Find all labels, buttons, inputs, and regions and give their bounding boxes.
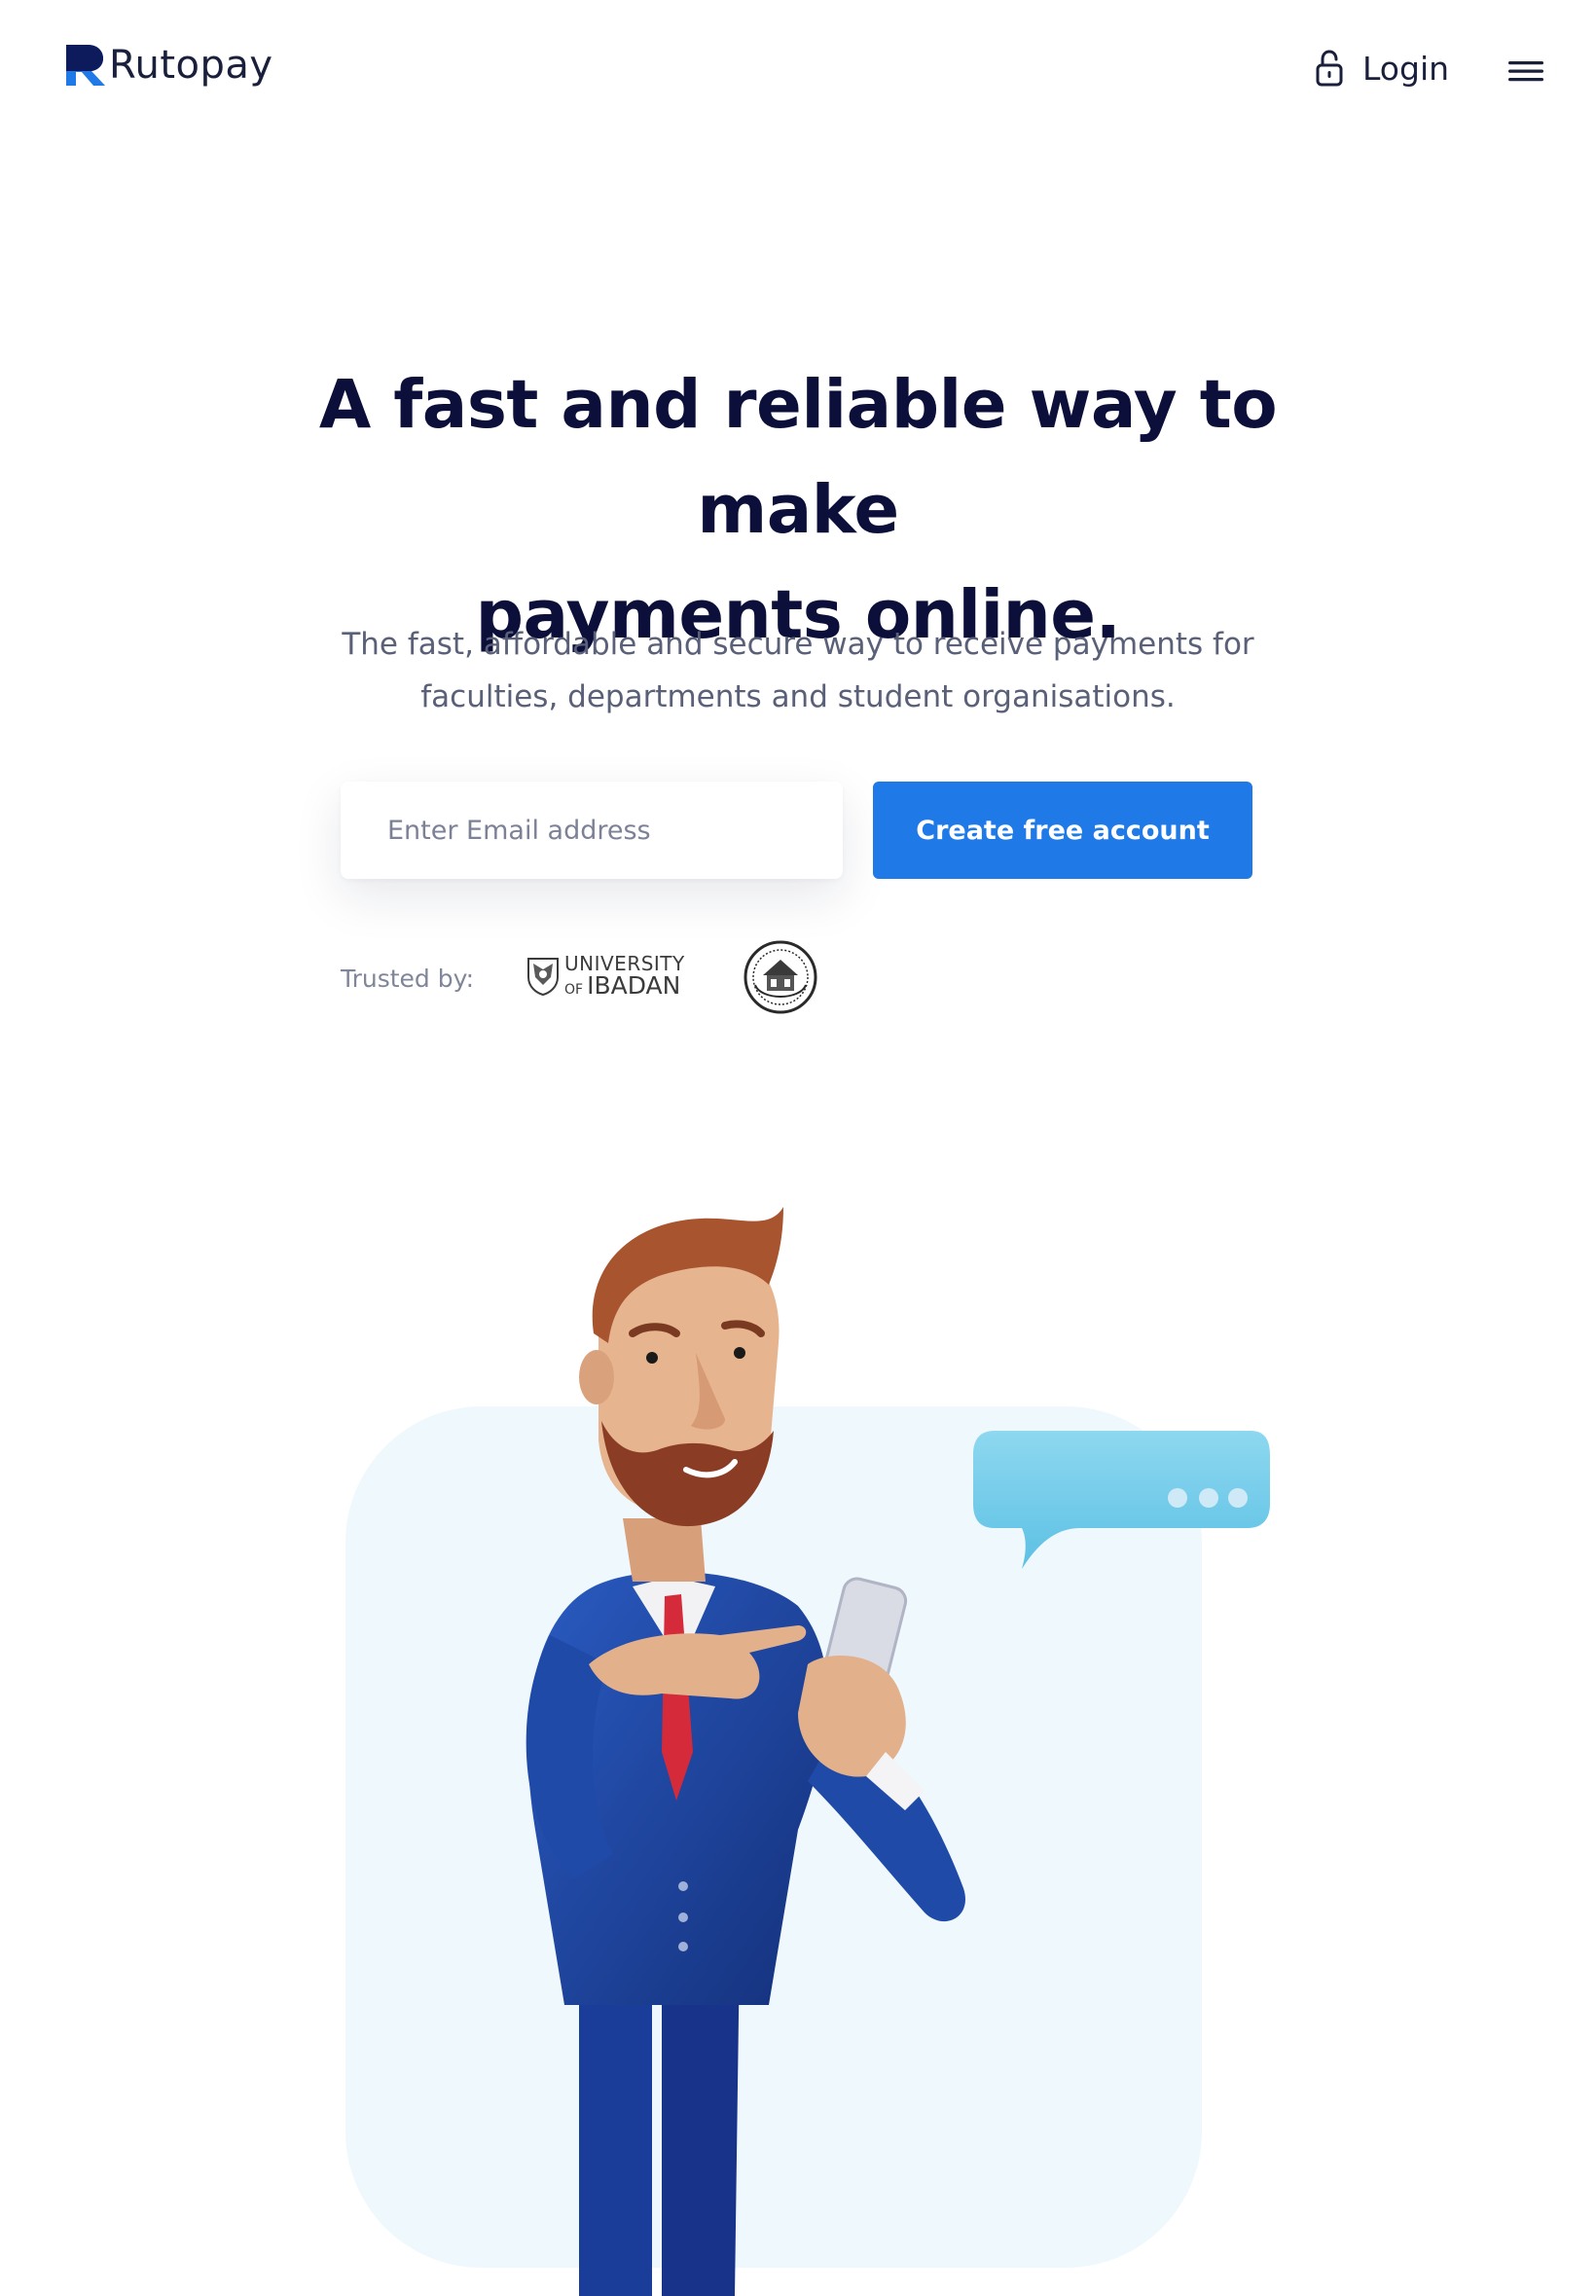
businessman-with-phone-illustration [345, 1207, 1270, 2296]
hero-title-line-1: A fast and reliable way to make [318, 366, 1278, 549]
email-field-wrapper [341, 782, 843, 879]
create-account-button[interactable]: Create free account [873, 782, 1252, 879]
hero-subtitle-line-2: faculties, departments and student organ… [420, 679, 1176, 714]
hamburger-menu-icon[interactable] [1506, 56, 1545, 86]
university-of-ibadan-logo: UNIVERSITY OF IBADAN [526, 954, 685, 998]
site-header: Rutopay Login [0, 0, 1596, 146]
login-link[interactable]: Login [1314, 49, 1449, 88]
rutopay-logo-icon [66, 45, 105, 86]
university-crest-icon [527, 957, 559, 996]
login-label: Login [1362, 49, 1450, 88]
brand-name: Rutopay [109, 43, 273, 88]
ibadan-word: OF IBADAN [564, 971, 681, 1000]
institution-seal-icon [744, 940, 817, 1014]
university-word: UNIVERSITY [564, 952, 685, 975]
brand-logo[interactable]: Rutopay [64, 43, 273, 88]
university-wordmark: UNIVERSITY OF IBADAN [564, 954, 685, 998]
lock-icon [1316, 50, 1343, 87]
hero-subtitle: The fast, affordable and secure way to r… [311, 618, 1285, 723]
hero-subtitle-line-1: The fast, affordable and secure way to r… [342, 627, 1254, 662]
email-field[interactable] [341, 782, 843, 879]
trusted-by-label: Trusted by: [341, 965, 475, 993]
